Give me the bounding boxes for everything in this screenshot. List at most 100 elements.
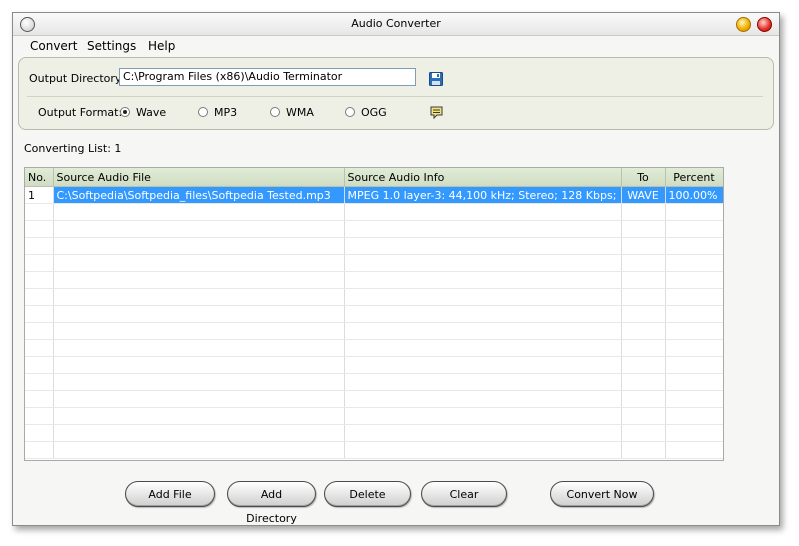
empty-cell bbox=[53, 322, 345, 340]
empty-cell bbox=[344, 203, 622, 221]
empty-cell bbox=[665, 373, 723, 391]
radio-wave-label[interactable]: Wave bbox=[136, 106, 166, 119]
table-row[interactable]: 1 C:\Softpedia\Softpedia_files\Softpedia… bbox=[25, 186, 723, 204]
radio-mp3-label[interactable]: MP3 bbox=[214, 106, 237, 119]
empty-cell bbox=[25, 322, 54, 340]
empty-cell bbox=[344, 271, 622, 289]
empty-table-row bbox=[25, 424, 723, 442]
empty-cell bbox=[621, 237, 666, 255]
empty-cell bbox=[25, 339, 54, 357]
empty-table-row bbox=[25, 237, 723, 255]
cell-to: WAVE bbox=[621, 186, 666, 204]
empty-cell bbox=[25, 305, 54, 323]
empty-cell bbox=[25, 356, 54, 374]
format-settings-icon[interactable] bbox=[429, 105, 444, 120]
convert-now-button[interactable]: Convert Now bbox=[550, 481, 654, 507]
empty-cell bbox=[665, 203, 723, 221]
output-directory-label: Output Directory: bbox=[29, 72, 125, 85]
empty-cell bbox=[53, 305, 345, 323]
radio-wma-label[interactable]: WMA bbox=[286, 106, 314, 119]
empty-cell bbox=[344, 305, 622, 323]
radio-ogg-label[interactable]: OGG bbox=[361, 106, 387, 119]
empty-cell bbox=[344, 373, 622, 391]
radio-wma[interactable] bbox=[270, 107, 280, 117]
empty-cell bbox=[665, 322, 723, 340]
empty-cell bbox=[53, 424, 345, 442]
add-file-button[interactable]: Add File bbox=[125, 481, 215, 507]
col-header-source-file[interactable]: Source Audio File bbox=[53, 168, 345, 187]
add-directory-button[interactable]: Add Directory bbox=[227, 481, 316, 525]
empty-cell bbox=[344, 407, 622, 425]
save-folder-icon[interactable] bbox=[429, 72, 443, 86]
empty-cell bbox=[344, 424, 622, 442]
empty-cell bbox=[665, 356, 723, 374]
app-window: Audio Converter Convert Settings Help Ou… bbox=[12, 12, 780, 526]
converting-list-label: Converting List: 1 bbox=[24, 142, 122, 155]
col-header-percent[interactable]: Percent bbox=[665, 168, 723, 187]
output-settings-panel: Output Directory: C:\Program Files (x86)… bbox=[18, 57, 774, 130]
empty-cell bbox=[665, 305, 723, 323]
menu-settings[interactable]: Settings bbox=[87, 39, 136, 53]
radio-wave[interactable] bbox=[120, 107, 130, 117]
empty-cell bbox=[621, 271, 666, 289]
cell-percent: 100.00% bbox=[665, 186, 723, 204]
menu-convert[interactable]: Convert bbox=[30, 39, 77, 53]
col-header-source-info[interactable]: Source Audio Info bbox=[344, 168, 622, 187]
empty-cell bbox=[25, 390, 54, 408]
empty-cell bbox=[53, 407, 345, 425]
empty-table-row bbox=[25, 254, 723, 272]
empty-cell bbox=[665, 390, 723, 408]
empty-cell bbox=[344, 322, 622, 340]
menu-bar: Convert Settings Help bbox=[13, 36, 779, 55]
empty-cell bbox=[665, 237, 723, 255]
radio-ogg[interactable] bbox=[345, 107, 355, 117]
converting-table[interactable]: No. Source Audio File Source Audio Info … bbox=[24, 167, 724, 461]
empty-table-row bbox=[25, 373, 723, 391]
cell-source-file: C:\Softpedia\Softpedia_files\Softpedia T… bbox=[53, 186, 345, 204]
empty-cell bbox=[53, 288, 345, 306]
empty-cell bbox=[621, 203, 666, 221]
empty-cell bbox=[25, 203, 54, 221]
empty-table-row bbox=[25, 407, 723, 425]
empty-cell bbox=[344, 390, 622, 408]
empty-cell bbox=[25, 288, 54, 306]
radio-mp3[interactable] bbox=[198, 107, 208, 117]
empty-cell bbox=[53, 220, 345, 238]
empty-cell bbox=[665, 288, 723, 306]
empty-table-row bbox=[25, 339, 723, 357]
menu-help[interactable]: Help bbox=[148, 39, 175, 53]
empty-cell bbox=[25, 407, 54, 425]
col-header-no[interactable]: No. bbox=[25, 168, 54, 187]
empty-cell bbox=[25, 373, 54, 391]
cell-no: 1 bbox=[25, 186, 54, 204]
empty-table-row bbox=[25, 203, 723, 221]
empty-cell bbox=[621, 339, 666, 357]
empty-cell bbox=[621, 356, 666, 374]
output-directory-field[interactable]: C:\Program Files (x86)\Audio Terminator bbox=[119, 68, 416, 86]
empty-cell bbox=[53, 203, 345, 221]
title-bar[interactable]: Audio Converter bbox=[13, 13, 779, 36]
empty-cell bbox=[53, 254, 345, 272]
empty-cell bbox=[344, 237, 622, 255]
delete-button[interactable]: Delete bbox=[324, 481, 411, 507]
output-format-label: Output Format: bbox=[38, 106, 123, 119]
empty-cell bbox=[621, 254, 666, 272]
close-button[interactable] bbox=[757, 17, 772, 32]
empty-cell bbox=[621, 288, 666, 306]
empty-table-row bbox=[25, 271, 723, 289]
empty-cell bbox=[53, 441, 345, 459]
empty-table-row bbox=[25, 441, 723, 459]
col-header-to[interactable]: To bbox=[621, 168, 666, 187]
empty-cell bbox=[621, 407, 666, 425]
empty-cell bbox=[344, 220, 622, 238]
empty-cell bbox=[621, 424, 666, 442]
minimize-button[interactable] bbox=[736, 17, 751, 32]
empty-cell bbox=[53, 373, 345, 391]
clear-button[interactable]: Clear bbox=[421, 481, 507, 507]
empty-cell bbox=[25, 271, 54, 289]
empty-cell bbox=[344, 288, 622, 306]
empty-cell bbox=[665, 407, 723, 425]
empty-cell bbox=[25, 254, 54, 272]
empty-cell bbox=[665, 220, 723, 238]
empty-cell bbox=[665, 254, 723, 272]
